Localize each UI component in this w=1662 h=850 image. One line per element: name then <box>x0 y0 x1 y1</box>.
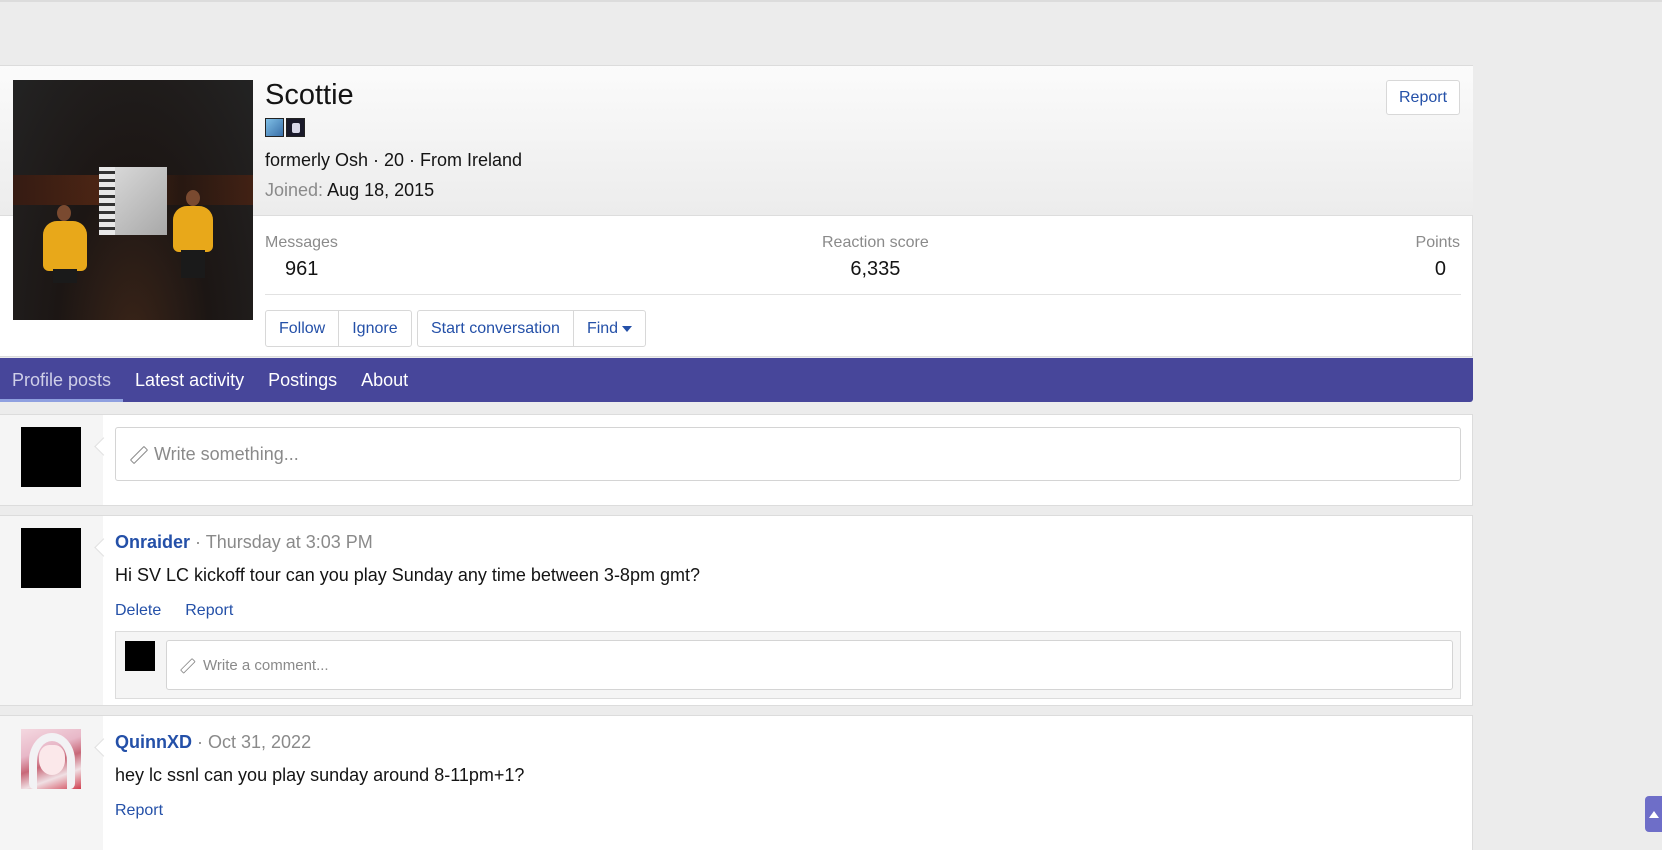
report-link[interactable]: Report <box>115 802 163 820</box>
profile-tabs: Profile posts Latest activity Postings A… <box>0 358 1473 402</box>
report-button[interactable]: Report <box>1386 80 1460 115</box>
write-comment-input[interactable]: Write a comment... <box>166 640 1453 690</box>
post-time[interactable]: · Thursday at 3:03 PM <box>195 532 373 552</box>
avatar[interactable] <box>21 427 81 487</box>
post-composer: Write something... <box>0 414 1473 506</box>
write-something-input[interactable]: Write something... <box>115 427 1461 481</box>
profile-joined: Joined: Aug 18, 2015 <box>265 180 435 200</box>
post-meta: QuinnXD · Oct 31, 2022 <box>115 732 311 753</box>
stat-points[interactable]: Points 0 <box>1416 234 1460 281</box>
avatar[interactable] <box>21 528 81 588</box>
profile-badges <box>265 118 305 137</box>
post-username[interactable]: QuinnXD <box>115 732 192 752</box>
comment-area: Write a comment... <box>115 631 1461 699</box>
profile-name: Scottie <box>265 79 354 111</box>
profile-avatar[interactable] <box>13 80 253 320</box>
delete-link[interactable]: Delete <box>115 602 161 620</box>
start-conversation-button[interactable]: Start conversation <box>418 311 573 346</box>
ignore-button[interactable]: Ignore <box>338 311 410 346</box>
profile-blurb: formerly Osh · 20 · From Ireland <box>265 150 523 170</box>
profile-post: QuinnXD · Oct 31, 2022 hey lc ssnl can y… <box>0 715 1473 850</box>
top-border <box>0 0 1662 2</box>
post-actions: Delete Report <box>115 602 233 620</box>
profile-card: Scottie formerly Osh · 20 · From Ireland… <box>0 65 1473 357</box>
badge-icon[interactable] <box>265 118 284 137</box>
follow-ignore-group: Follow Ignore <box>265 310 412 347</box>
find-dropdown[interactable]: Find <box>572 311 645 346</box>
tab-profile-posts[interactable]: Profile posts <box>0 358 124 402</box>
post-actions: Report <box>115 802 163 820</box>
conversation-find-group: Start conversation Find <box>417 310 647 347</box>
pencil-icon <box>180 658 194 672</box>
badge-icon[interactable] <box>286 118 305 137</box>
tab-about[interactable]: About <box>349 358 420 402</box>
post-text: hey lc ssnl can you play sunday around 8… <box>115 765 525 785</box>
post-meta: Onraider · Thursday at 3:03 PM <box>115 532 373 553</box>
post-text: Hi SV LC kickoff tour can you play Sunda… <box>115 565 700 585</box>
pencil-icon <box>130 446 146 462</box>
stats-divider <box>265 294 1461 295</box>
tab-postings[interactable]: Postings <box>256 358 349 402</box>
post-time[interactable]: · Oct 31, 2022 <box>197 732 311 752</box>
stat-messages[interactable]: Messages 961 <box>265 234 338 281</box>
caret-down-icon <box>622 325 633 332</box>
profile-post: Onraider · Thursday at 3:03 PM Hi SV LC … <box>0 515 1473 706</box>
post-username[interactable]: Onraider <box>115 532 190 552</box>
scroll-to-top-button[interactable] <box>1645 796 1662 832</box>
stat-reaction-score[interactable]: Reaction score 6,335 <box>822 234 929 281</box>
avatar[interactable] <box>125 641 155 671</box>
avatar[interactable] <box>21 729 81 789</box>
tab-latest-activity[interactable]: Latest activity <box>123 358 256 402</box>
follow-button[interactable]: Follow <box>266 311 338 346</box>
report-link[interactable]: Report <box>185 602 233 620</box>
